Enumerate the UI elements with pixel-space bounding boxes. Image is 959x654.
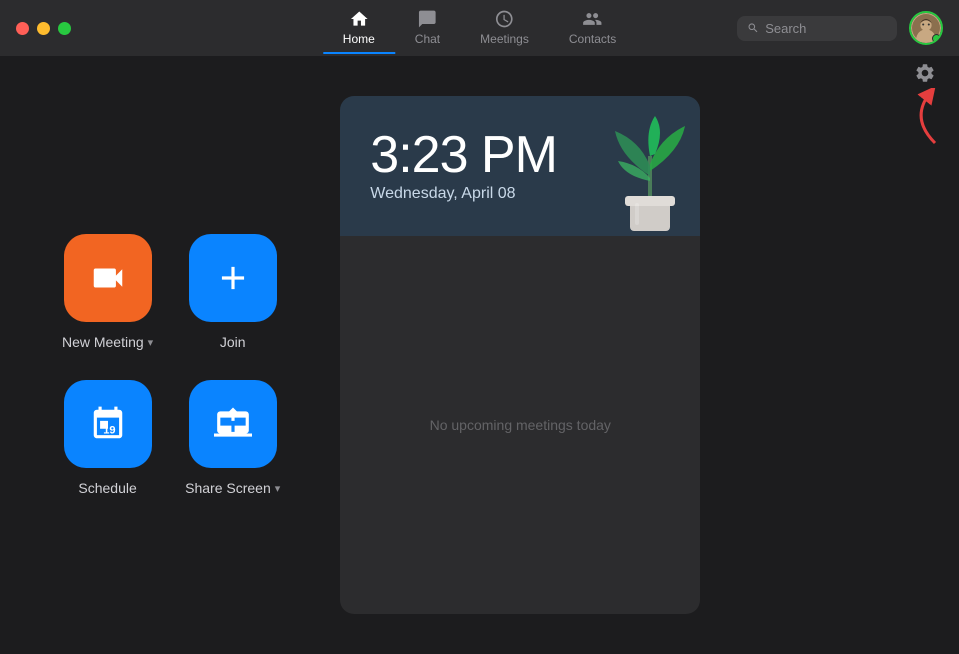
svg-text:19: 19 — [103, 425, 115, 437]
online-status-dot — [932, 34, 941, 43]
minimize-button[interactable] — [37, 22, 50, 35]
avatar[interactable] — [909, 11, 943, 45]
maximize-button[interactable] — [58, 22, 71, 35]
settings-icon[interactable] — [914, 62, 936, 84]
share-screen-button[interactable] — [189, 380, 277, 468]
meetings-icon — [495, 9, 515, 29]
contacts-icon — [583, 9, 603, 29]
title-bar-right — [737, 11, 943, 45]
schedule-label: Schedule — [78, 480, 136, 496]
close-button[interactable] — [16, 22, 29, 35]
no-meetings-text: No upcoming meetings today — [430, 417, 611, 433]
tab-meetings-label: Meetings — [480, 32, 529, 46]
new-meeting-label: New Meeting ▾ — [62, 334, 153, 350]
join-label: Join — [220, 334, 246, 350]
join-item[interactable]: Join — [185, 234, 280, 350]
search-input[interactable] — [765, 21, 887, 36]
clock-time: 3:23 PM — [370, 129, 557, 181]
nav-tabs: Home Chat Meetings Contacts — [323, 3, 636, 54]
right-panel: 3:23 PM Wednesday, April 08 — [340, 96, 700, 614]
join-button[interactable] — [189, 234, 277, 322]
plant-decoration — [600, 106, 700, 236]
tab-chat-label: Chat — [415, 32, 440, 46]
search-bar[interactable] — [737, 16, 897, 41]
chevron-icon: ▾ — [148, 336, 154, 349]
schedule-button[interactable]: 19 — [64, 380, 152, 468]
new-meeting-button[interactable] — [64, 234, 152, 322]
settings-area — [905, 62, 945, 153]
chat-icon — [417, 9, 437, 29]
share-screen-item[interactable]: Share Screen ▾ — [185, 380, 280, 496]
traffic-lights — [16, 22, 71, 35]
search-icon — [747, 21, 759, 35]
plant-svg — [600, 106, 700, 236]
clock-widget: 3:23 PM Wednesday, April 08 — [340, 96, 700, 236]
meetings-panel: No upcoming meetings today — [340, 236, 700, 614]
action-grid: New Meeting ▾ Join 19 — [60, 116, 280, 614]
tab-chat[interactable]: Chat — [395, 3, 460, 54]
arrow-indicator — [905, 88, 945, 153]
tab-home[interactable]: Home — [323, 3, 395, 54]
share-screen-label: Share Screen ▾ — [185, 480, 280, 496]
share-screen-icon — [214, 405, 252, 443]
red-arrow-svg — [905, 88, 945, 148]
schedule-item[interactable]: 19 Schedule — [60, 380, 155, 496]
home-icon — [349, 9, 369, 29]
tab-meetings[interactable]: Meetings — [460, 3, 549, 54]
clock-date: Wednesday, April 08 — [370, 185, 515, 203]
tab-contacts-label: Contacts — [569, 32, 616, 46]
chevron-icon: ▾ — [275, 482, 281, 495]
title-bar: Home Chat Meetings Contacts — [0, 0, 959, 56]
tab-home-label: Home — [343, 32, 375, 46]
new-meeting-item[interactable]: New Meeting ▾ — [60, 234, 155, 350]
video-camera-icon — [89, 259, 127, 297]
tab-contacts[interactable]: Contacts — [549, 3, 636, 54]
plus-icon — [214, 259, 252, 297]
main-content: New Meeting ▾ Join 19 — [0, 56, 959, 654]
calendar-icon: 19 — [89, 405, 127, 443]
